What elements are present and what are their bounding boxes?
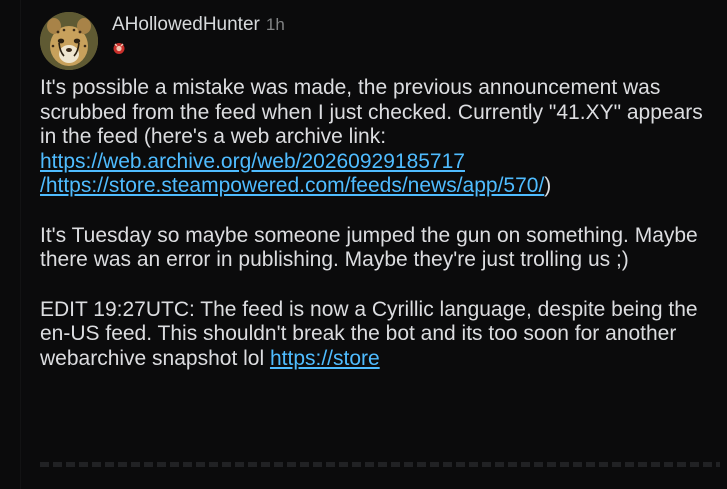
cut-off-text-line: [40, 462, 720, 467]
paragraph-text: It's possible a mistake was made, the pr…: [40, 76, 703, 148]
comment-body: It's possible a mistake was made, the pr…: [40, 76, 720, 396]
web-archive-link[interactable]: https://web.archive.org/web/202609291857…: [40, 150, 544, 198]
comment-paragraph: EDIT 19:27UTC: The feed is now a Cyrilli…: [40, 298, 720, 372]
cheetah-avatar-icon: [40, 12, 98, 70]
avatar[interactable]: [40, 12, 98, 70]
comment-paragraph: It's Tuesday so maybe someone jumped the…: [40, 223, 698, 272]
thread-line[interactable]: [20, 0, 21, 489]
timestamp[interactable]: 1h: [266, 15, 285, 35]
paragraph-suffix: ): [544, 174, 552, 197]
link-line-2: /https://store.steampowered.com/feeds/ne…: [40, 174, 545, 197]
comment-paragraph: It's possible a mistake was made, the pr…: [40, 76, 720, 199]
store-link[interactable]: https://store: [270, 347, 380, 370]
comment: AHollowedHunter 1h It's possible a mista…: [0, 0, 727, 489]
flair-emoji-icon: [113, 43, 125, 54]
comment-header: AHollowedHunter 1h: [112, 14, 285, 36]
link-line-1: https://web.archive.org/web/202609291857…: [40, 149, 465, 173]
author-name[interactable]: AHollowedHunter: [112, 14, 260, 36]
